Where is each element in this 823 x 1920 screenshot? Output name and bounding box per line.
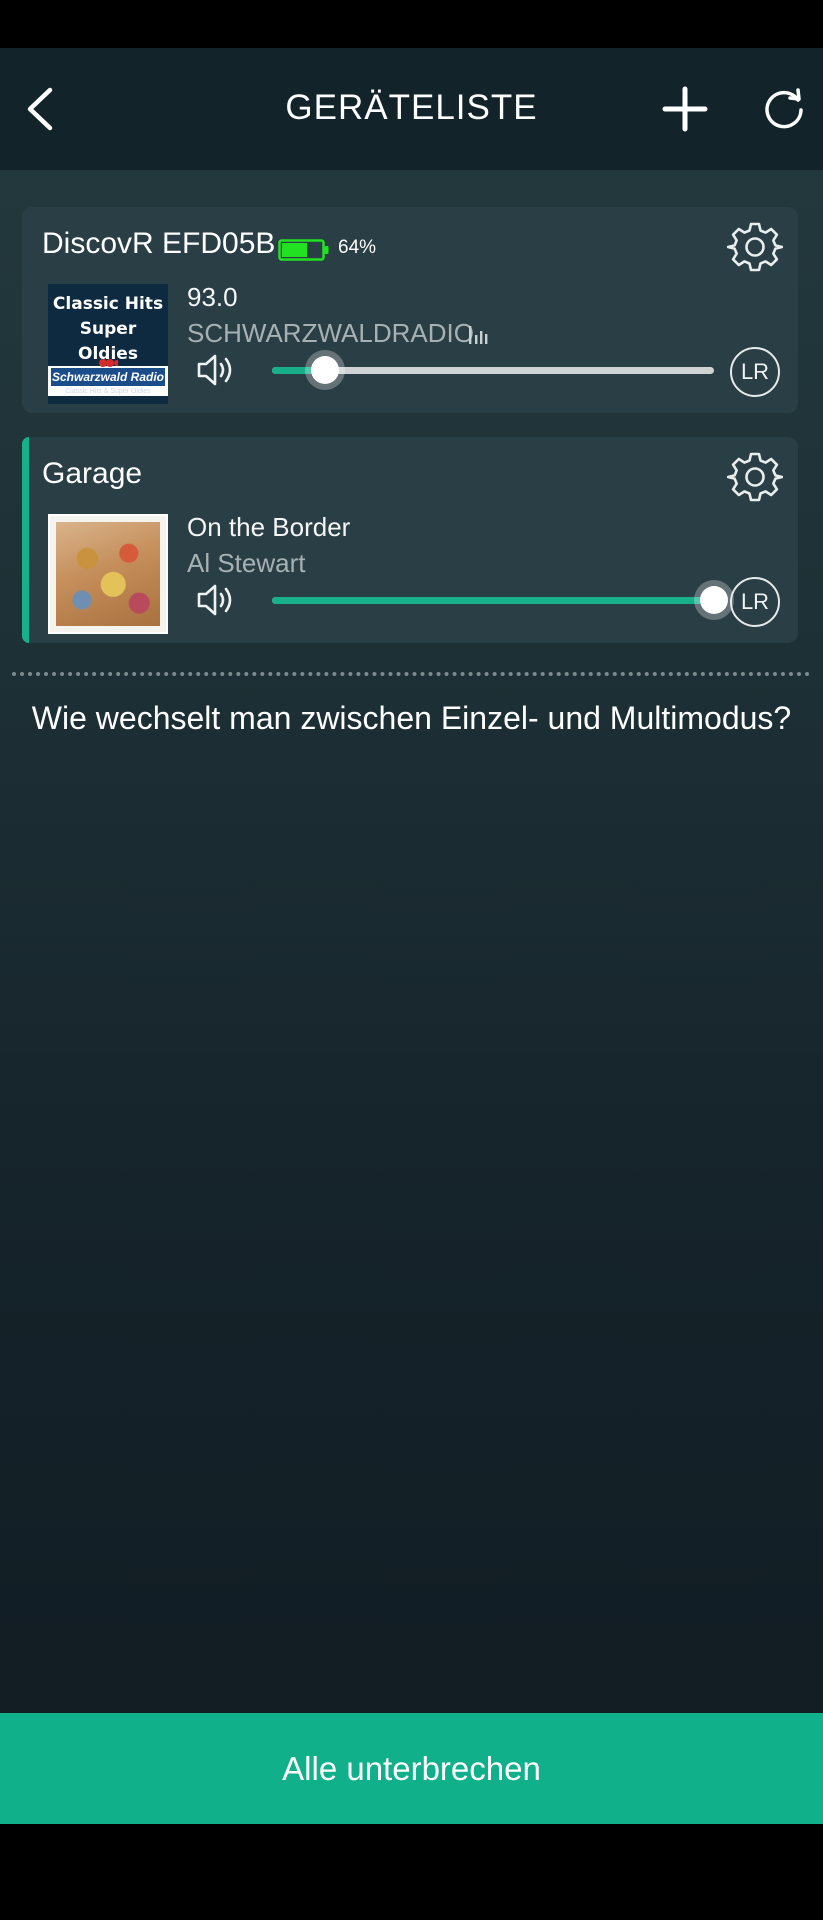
help-link[interactable]: Wie wechselt man zwischen Einzel- und Mu…: [0, 700, 823, 737]
volume-slider[interactable]: [272, 355, 714, 385]
gear-icon[interactable]: [727, 449, 783, 505]
channel-lr-button[interactable]: LR: [730, 347, 780, 397]
speaker-icon[interactable]: [196, 582, 238, 618]
station-cover-image: Classic Hits Super Oldies Schwarzwald Ra…: [48, 284, 168, 404]
album-cover-image: [48, 514, 168, 634]
volume-fill: [272, 597, 714, 604]
battery-percentage: 64%: [338, 237, 377, 258]
active-indicator: [22, 437, 29, 643]
volume-knob[interactable]: [311, 356, 340, 384]
album-art: [56, 522, 160, 626]
status-bar: [0, 0, 823, 48]
gear-icon[interactable]: [727, 219, 783, 275]
volume-slider[interactable]: [272, 585, 728, 615]
refresh-icon[interactable]: [760, 86, 808, 134]
now-playing-title: On the Border: [187, 512, 351, 542]
now-playing-frequency: 93.0: [187, 282, 238, 312]
dotted-divider: [12, 672, 810, 676]
top-app-bar: GERÄTELISTE: [0, 48, 823, 170]
logo-mark-icon: [99, 359, 118, 367]
plus-icon[interactable]: [660, 84, 710, 134]
pause-all-button[interactable]: Alle unterbrechen: [0, 1713, 823, 1824]
system-nav-area: [0, 1824, 823, 1920]
device-list-screen: GERÄTELISTE DiscovR EFD05B 64% Classic H…: [0, 48, 823, 1824]
channel-lr-button[interactable]: LR: [730, 577, 780, 627]
device-name: Garage: [42, 457, 143, 490]
speaker-icon[interactable]: [196, 352, 238, 388]
device-card-garage[interactable]: Garage On the Border Al Stewart LR: [22, 437, 798, 643]
now-playing-station: SCHWARZWALDRADIO: [187, 318, 474, 348]
volume-knob[interactable]: [700, 586, 728, 614]
cover-text: Classic Hits Super Oldies: [52, 294, 164, 364]
battery-icon: [278, 239, 329, 261]
device-name: DiscovR EFD05B: [42, 227, 276, 260]
device-card-discovr[interactable]: DiscovR EFD05B 64% Classic Hits Super Ol…: [22, 207, 798, 413]
now-playing-artist: Al Stewart: [187, 548, 306, 578]
equalizer-icon: [469, 326, 488, 344]
